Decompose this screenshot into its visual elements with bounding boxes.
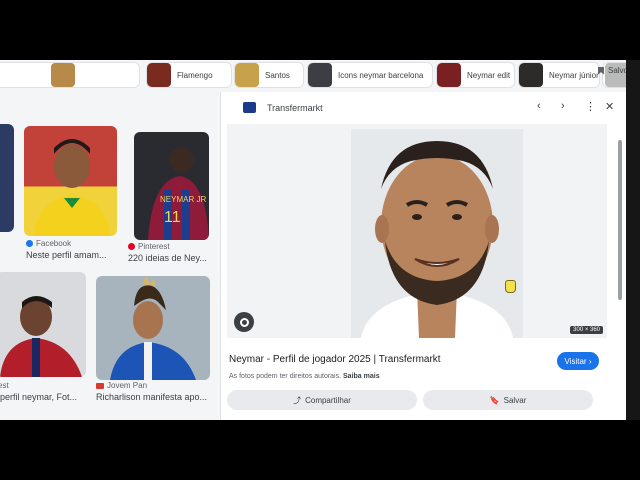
chip-label: Neymar júnior <box>549 70 599 80</box>
player-photo <box>110 276 196 380</box>
save-button[interactable]: 🔖 Salvar <box>423 390 593 410</box>
bookmark-icon: 🔖 <box>489 395 500 405</box>
image-result-pinterest[interactable]: NEYMAR JR 11 <box>134 132 209 240</box>
monitor-bezel <box>626 60 640 420</box>
hand-cursor-icon <box>505 280 516 293</box>
transfermarkt-favicon <box>243 102 256 113</box>
image-result-jovem-pan[interactable] <box>96 276 210 380</box>
result-title[interactable]: perfil neymar, Fot... <box>0 392 77 402</box>
panel-site-name[interactable]: Transfermarkt <box>267 103 323 113</box>
image-viewer[interactable]: 300 × 360 <box>227 124 607 338</box>
player-photo <box>34 139 110 236</box>
learn-more-link[interactable]: Saiba mais <box>343 373 380 380</box>
chip-label: Neymar edit <box>467 70 511 80</box>
result-title[interactable]: 220 ideias de Ney... <box>128 253 207 263</box>
image-result-facebook[interactable] <box>24 126 117 236</box>
jovem-pan-icon <box>96 382 104 389</box>
chip-label: Flamengo <box>177 70 213 80</box>
chip-flamengo[interactable]: Flamengo <box>146 62 232 88</box>
visit-button[interactable]: Visitar › <box>557 352 599 370</box>
saved-label: Salvos <box>607 66 626 75</box>
chip-partial[interactable] <box>0 62 140 88</box>
preview-image <box>351 129 523 338</box>
more-icon[interactable]: ⋮ <box>585 100 596 113</box>
image-result-partial[interactable] <box>0 124 14 232</box>
result-source: est <box>0 381 9 390</box>
chip-label: Santos <box>265 70 290 80</box>
saved-link[interactable]: Salvos <box>597 66 626 75</box>
result-source: Facebook <box>26 239 71 248</box>
lens-icon[interactable] <box>234 312 254 332</box>
close-icon[interactable]: ✕ <box>605 100 614 113</box>
image-dimensions: 300 × 360 <box>570 326 603 334</box>
result-title[interactable]: Neste perfil amam... <box>26 250 107 260</box>
result-source: Pinterest <box>128 242 170 251</box>
related-searches-bar: Flamengo Santos Icons neymar barcelona N… <box>0 60 626 92</box>
chip-neymar-junior[interactable]: Neymar júnior <box>518 62 600 88</box>
prev-icon[interactable]: ‹ <box>537 100 541 112</box>
pinterest-icon <box>128 243 135 250</box>
result-source: Jovem Pan <box>96 381 147 390</box>
svg-text:11: 11 <box>164 209 181 226</box>
chip-label: Icons neymar barcelona <box>338 70 424 80</box>
result-title[interactable]: Richarlison manifesta apo... <box>96 392 207 402</box>
next-icon[interactable]: › <box>561 100 565 112</box>
facebook-icon <box>26 240 33 247</box>
image-preview-panel: Transfermarkt ‹ › ⋮ ✕ 300 × 360 Neymar -… <box>220 92 626 420</box>
image-result-psg[interactable] <box>0 272 86 377</box>
scrollbar[interactable] <box>618 140 622 300</box>
preview-title[interactable]: Neymar - Perfil de jogador 2025 | Transf… <box>229 354 441 365</box>
share-icon: ⤴ <box>293 395 302 405</box>
copyright-notice: As fotos podem ter direitos autorais. Sa… <box>229 373 380 380</box>
chip-icons-neymar-barcelona[interactable]: Icons neymar barcelona <box>307 62 433 88</box>
screen: Flamengo Santos Icons neymar barcelona N… <box>0 60 626 420</box>
chip-neymar-edit[interactable]: Neymar edit <box>436 62 515 88</box>
bookmark-icon <box>597 66 604 75</box>
player-photo: NEYMAR JR 11 <box>148 147 209 240</box>
player-photo <box>0 296 82 377</box>
svg-text:NEYMAR JR: NEYMAR JR <box>160 195 206 204</box>
chip-santos[interactable]: Santos <box>234 62 304 88</box>
share-button[interactable]: ⤴ Compartilhar <box>227 390 417 410</box>
